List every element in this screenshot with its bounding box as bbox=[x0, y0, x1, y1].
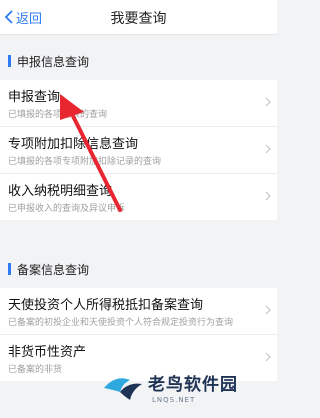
item-subtitle: 已备案的初投企业和天使投资个人符合规定投资行为查询 bbox=[8, 318, 234, 328]
section-title: 备案信息查询 bbox=[17, 262, 90, 277]
item-title: 专项附加扣除信息查询 bbox=[8, 137, 139, 152]
chevron-right-icon bbox=[265, 305, 271, 315]
section-header-filing: 备案信息查询 bbox=[0, 254, 277, 284]
chevron-right-icon bbox=[265, 97, 271, 107]
item-subtitle: 已填报的各项专项附加扣除记录的查询 bbox=[8, 157, 162, 167]
item-subtitle: 已填报的各项报表的查询 bbox=[8, 110, 108, 120]
item-title: 天使投资个人所得税抵扣备案查询 bbox=[8, 298, 204, 313]
chevron-right-icon bbox=[265, 144, 271, 154]
chevron-right-icon bbox=[265, 352, 271, 362]
watermark-subtext: LNQS.NET bbox=[152, 396, 196, 404]
watermark-text: 老鸟软件园 bbox=[148, 375, 238, 395]
section-header-declaration: 申报信息查询 bbox=[0, 46, 277, 76]
watermark: 老鸟软件园 LNQS.NET bbox=[100, 364, 275, 414]
item-title: 非货币性资产 bbox=[8, 345, 87, 360]
nav-bar: 返回 我要查询 bbox=[0, 0, 277, 35]
item-title: 收入纳税明细查询 bbox=[8, 184, 113, 199]
section-title: 申报信息查询 bbox=[17, 54, 90, 69]
list-item-angel-investment-query[interactable]: 天使投资个人所得税抵扣备案查询 已备案的初投企业和天使投资个人符合规定投资行为查… bbox=[0, 288, 277, 335]
item-title: 申报查询 bbox=[8, 90, 61, 105]
section-accent-bar bbox=[8, 263, 11, 275]
item-subtitle: 已申报收入的查询及异议申诉 bbox=[8, 204, 126, 214]
bird-logo-icon bbox=[104, 378, 142, 400]
page-title: 我要查询 bbox=[110, 11, 167, 27]
chevron-right-icon bbox=[265, 191, 271, 201]
section-accent-bar bbox=[8, 55, 11, 67]
list-item-special-deduction-query[interactable]: 专项附加扣除信息查询 已填报的各项专项附加扣除记录的查询 bbox=[0, 127, 277, 174]
list-item-income-tax-detail-query[interactable]: 收入纳税明细查询 已申报收入的查询及异议申诉 bbox=[0, 174, 277, 220]
declaration-query-list: 申报查询 已填报的各项报表的查询 专项附加扣除信息查询 已填报的各项专项附加扣除… bbox=[0, 80, 277, 220]
list-item-declaration-query[interactable]: 申报查询 已填报的各项报表的查询 bbox=[0, 80, 277, 127]
